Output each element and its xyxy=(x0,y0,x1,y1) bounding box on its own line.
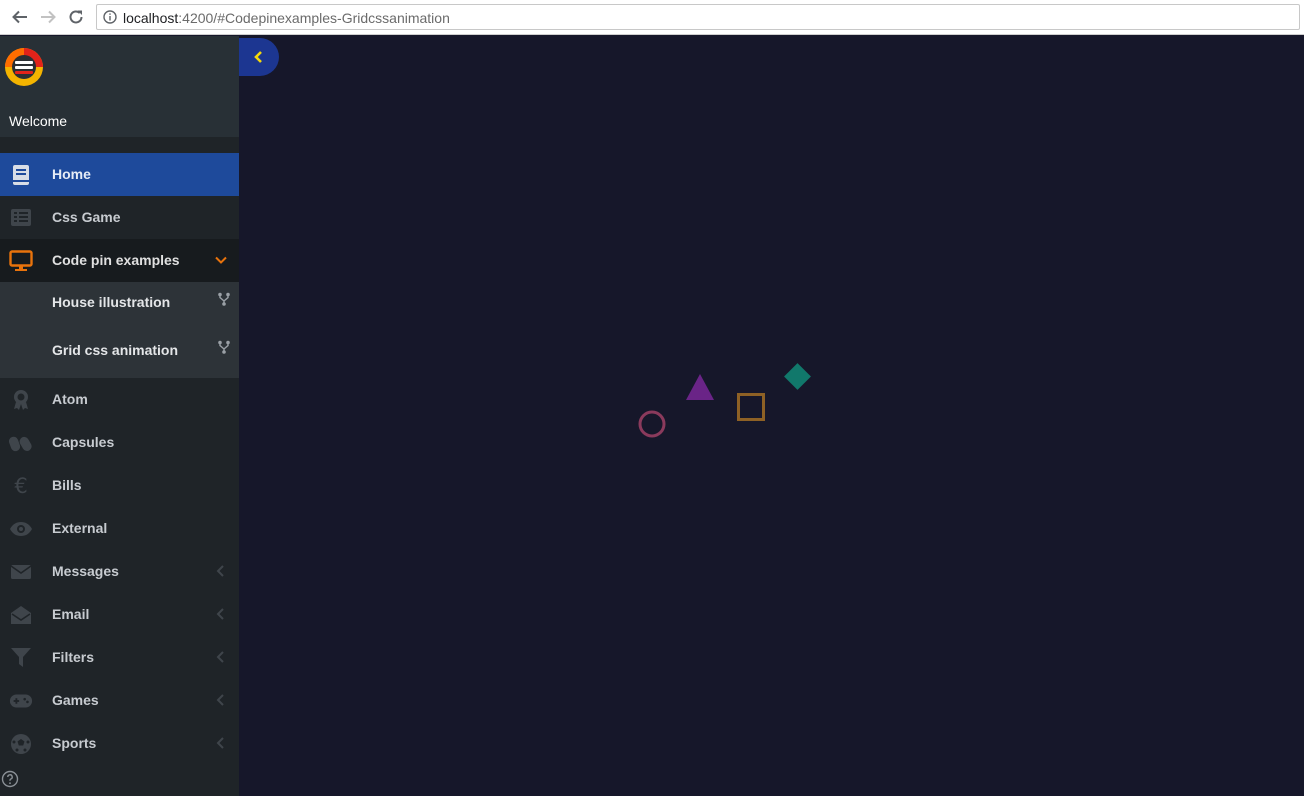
sidebar-item-label: Home xyxy=(52,166,91,182)
chevron-down-icon[interactable] xyxy=(214,253,228,267)
sidebar-item-label: External xyxy=(52,520,108,536)
monitor-icon xyxy=(9,249,33,273)
award-icon xyxy=(9,388,33,412)
address-bar[interactable]: localhost:4200/#Codepinexamples-Gridcssa… xyxy=(96,4,1300,30)
sidebar-item-atom[interactable]: Atom xyxy=(0,378,239,421)
code-fork-icon xyxy=(218,292,230,306)
sidebar-item-label: Sports xyxy=(52,735,97,751)
euro-icon: € xyxy=(14,473,28,498)
envelope-icon xyxy=(9,560,33,584)
sidebar-item-external[interactable]: External xyxy=(0,507,239,550)
chevron-left-icon[interactable] xyxy=(214,693,228,707)
forward-arrow-icon xyxy=(41,10,56,24)
book-icon xyxy=(9,163,33,187)
chevron-left-icon xyxy=(254,51,262,63)
sidebar-item-home[interactable]: Home xyxy=(0,153,239,196)
diamond-shape xyxy=(784,363,811,390)
sidebar: Welcome Home Css Game Code pin examples … xyxy=(0,36,239,796)
sidebar-item-label: Filters xyxy=(52,649,95,665)
triangle-shape xyxy=(686,374,714,400)
sidebar-item-css-game[interactable]: Css Game xyxy=(0,196,239,239)
sidebar-item-filters[interactable]: Filters xyxy=(0,636,239,679)
submenu-item-label: Grid css animation xyxy=(52,342,179,358)
sidebar-item-label: Messages xyxy=(52,563,119,579)
sidebar-item-capsules[interactable]: Capsules xyxy=(0,421,239,464)
app-logo xyxy=(5,48,43,86)
submenu-item-label: House illustration xyxy=(52,294,171,310)
reload-button[interactable] xyxy=(65,6,87,28)
sidebar-toggle-button[interactable] xyxy=(239,38,279,76)
chevron-left-icon[interactable] xyxy=(214,736,228,750)
capsules-icon xyxy=(9,431,33,455)
sidebar-item-label: Email xyxy=(52,606,90,622)
sidebar-item-label: Css Game xyxy=(52,209,121,225)
reload-icon xyxy=(69,10,83,24)
url-host: localhost xyxy=(123,10,179,26)
submenu-code-pin-examples: House illustration Grid css animation xyxy=(0,282,239,378)
sidebar-item-games[interactable]: Games xyxy=(0,679,239,722)
sidebar-item-bills[interactable]: € Bills xyxy=(0,464,239,507)
chevron-left-icon[interactable] xyxy=(214,564,228,578)
sidebar-item-code-pin-examples[interactable]: Code pin examples xyxy=(0,239,239,282)
sidebar-item-label: Code pin examples xyxy=(52,252,180,268)
sidebar-item-label: Bills xyxy=(52,477,82,493)
eye-icon xyxy=(9,517,33,541)
back-button[interactable] xyxy=(9,6,31,28)
url-path: :4200/#Codepinexamples-Gridcssanimation xyxy=(178,10,450,26)
forward-button[interactable] xyxy=(37,6,59,28)
welcome-text: Welcome xyxy=(9,113,68,129)
browser-toolbar: localhost:4200/#Codepinexamples-Gridcssa… xyxy=(0,0,1304,35)
submenu-item-grid-css-animation[interactable]: Grid css animation xyxy=(0,330,239,378)
sidebar-item-messages[interactable]: Messages xyxy=(0,550,239,593)
gamepad-icon xyxy=(9,689,33,713)
list-icon xyxy=(9,206,33,230)
sidebar-item-email[interactable]: Email xyxy=(0,593,239,636)
chevron-left-icon[interactable] xyxy=(214,607,228,621)
url-text[interactable]: localhost:4200/#Codepinexamples-Gridcssa… xyxy=(123,10,450,26)
sidebar-item-label: Capsules xyxy=(52,434,115,450)
info-icon[interactable] xyxy=(103,10,117,24)
envelope-open-icon xyxy=(9,603,33,627)
soccer-ball-icon xyxy=(9,732,33,756)
filter-icon xyxy=(9,646,33,670)
submenu-item-house-illustration[interactable]: House illustration xyxy=(0,282,239,330)
chevron-left-icon[interactable] xyxy=(214,650,228,664)
sidebar-item-sports[interactable]: Sports xyxy=(0,722,239,765)
sidebar-item-label: Atom xyxy=(52,391,88,407)
code-fork-icon xyxy=(218,340,230,354)
sidebar-item-label: Games xyxy=(52,692,99,708)
square-shape xyxy=(737,393,765,421)
circle-shape xyxy=(638,410,666,438)
help-icon[interactable] xyxy=(1,770,19,788)
back-arrow-icon xyxy=(12,10,27,24)
sidebar-header: Welcome xyxy=(0,36,239,137)
